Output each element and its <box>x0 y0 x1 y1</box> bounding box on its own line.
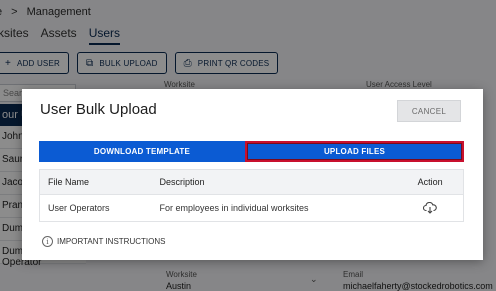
template-table: File Name Description Action User Operat… <box>39 169 464 222</box>
cancel-button[interactable]: CANCEL <box>397 100 461 122</box>
table-row: User Operators For employees in individu… <box>40 195 463 221</box>
row-action <box>397 202 463 214</box>
info-icon: i <box>42 236 53 247</box>
important-instructions-link[interactable]: i IMPORTANT INSTRUCTIONS <box>42 236 165 247</box>
upload-action-tabs: DOWNLOAD TEMPLATE UPLOAD FILES <box>39 141 464 162</box>
header-file-name: File Name <box>48 177 90 187</box>
instructions-label: IMPORTANT INSTRUCTIONS <box>57 237 166 246</box>
row-description: For employees in individual worksites <box>159 203 309 213</box>
row-file-name: User Operators <box>48 203 110 213</box>
download-template-button[interactable]: DOWNLOAD TEMPLATE <box>39 141 245 162</box>
upload-files-button[interactable]: UPLOAD FILES <box>245 141 464 162</box>
header-description: Description <box>159 177 205 187</box>
header-action: Action <box>417 177 443 187</box>
modal-title: User Bulk Upload <box>40 101 157 118</box>
bulk-upload-modal: User Bulk Upload CANCEL DOWNLOAD TEMPLAT… <box>22 89 483 260</box>
cloud-download-icon[interactable] <box>423 202 437 214</box>
table-header: File Name Description Action <box>40 170 463 195</box>
